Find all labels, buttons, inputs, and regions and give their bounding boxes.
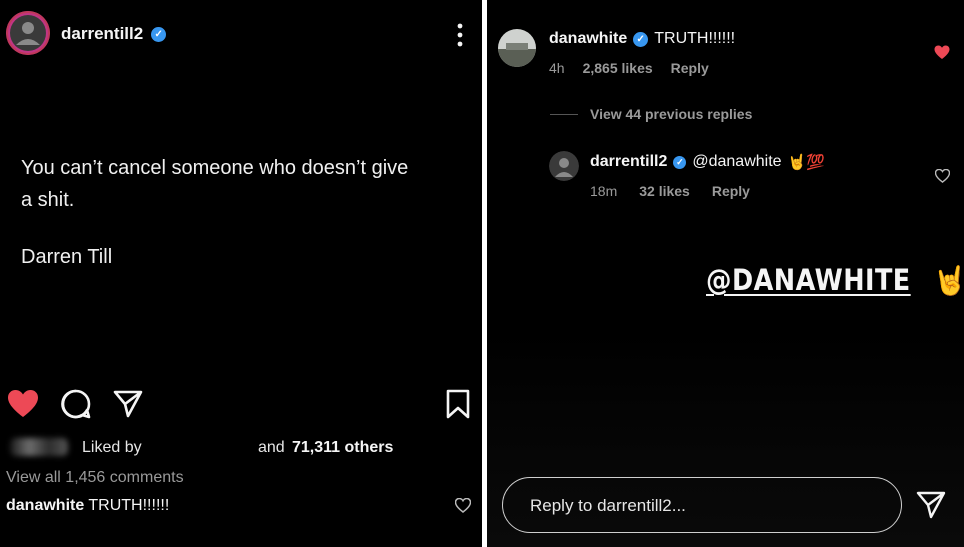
verified-badge-icon: ✓ bbox=[633, 31, 649, 47]
liked-by-and: and bbox=[258, 439, 285, 456]
post-header: darrentill2 ✓ bbox=[61, 24, 167, 44]
comment-text: TRUTH!!!!!! bbox=[654, 30, 736, 47]
view-all-comments-link[interactable]: View all 1,456 comments bbox=[6, 469, 184, 487]
likes-line: Liked by and 71,311 others bbox=[6, 434, 476, 462]
reply-emoji: 🤘💯 bbox=[787, 154, 825, 171]
caption-line: a shit. bbox=[21, 189, 75, 211]
caption-line: You can’t cancel someone who doesn’t giv… bbox=[21, 157, 409, 179]
mention-sticker-text[interactable]: @DANAWHITE bbox=[706, 263, 911, 297]
reply-username[interactable]: darrentill2 bbox=[590, 153, 667, 171]
instagram-post-panel: darrentill2 ✓ You can’t cancel someone w… bbox=[0, 0, 482, 547]
liked-by-others[interactable]: 71,311 others bbox=[292, 439, 393, 457]
reply-reply-button[interactable]: Reply bbox=[712, 183, 750, 199]
reply-input-placeholder: Reply to darrentill2... bbox=[530, 496, 686, 515]
comment-icon[interactable] bbox=[59, 387, 93, 421]
comment-header: danawhite ✓ TRUTH!!!!!! bbox=[549, 30, 735, 48]
reply-like-heart-icon[interactable] bbox=[933, 168, 951, 184]
reply-likes[interactable]: 32 likes bbox=[639, 183, 690, 199]
reply-avatar[interactable] bbox=[549, 151, 579, 181]
comment-likes[interactable]: 2,865 likes bbox=[583, 60, 653, 76]
comment-reply-button[interactable]: Reply bbox=[671, 60, 709, 76]
heart-icon[interactable] bbox=[6, 387, 40, 421]
verified-badge-icon: ✓ bbox=[673, 155, 687, 169]
reply-mention[interactable]: @danawhite bbox=[692, 153, 781, 171]
reply-header: darrentill2 ✓ @danawhite 🤘💯 bbox=[590, 153, 825, 171]
comment-username[interactable]: danawhite bbox=[549, 30, 627, 48]
liker-avatars-redacted bbox=[10, 438, 68, 456]
liker-name-redacted bbox=[154, 438, 250, 456]
rock-hand-emoji: 🤘 bbox=[932, 264, 964, 296]
share-icon[interactable] bbox=[111, 387, 145, 421]
post-username[interactable]: darrentill2 bbox=[61, 24, 143, 44]
bookmark-icon[interactable] bbox=[442, 387, 474, 421]
comment-time: 4h bbox=[549, 60, 565, 76]
comments-thread-panel: danawhite ✓ TRUTH!!!!!! 4h 2,865 likes R… bbox=[487, 0, 964, 547]
comment-like-heart-icon[interactable] bbox=[454, 496, 472, 514]
view-previous-replies-link[interactable]: View 44 previous replies bbox=[590, 106, 752, 122]
comment-liked-heart-icon[interactable] bbox=[933, 44, 951, 60]
top-comment: danawhite TRUTH!!!!!! bbox=[6, 497, 169, 515]
mention-sticker[interactable]: @DANAWHITE 🤘 bbox=[706, 263, 964, 297]
liked-by-prefix: Liked by bbox=[82, 439, 142, 456]
reply-input-field[interactable]: Reply to darrentill2... bbox=[502, 477, 902, 533]
top-comment-text: TRUTH!!!!!! bbox=[88, 497, 170, 514]
post-author-avatar[interactable] bbox=[6, 11, 50, 55]
caption-author: Darren Till bbox=[21, 246, 113, 268]
post-caption: You can’t cancel someone who doesn’t giv… bbox=[21, 152, 408, 216]
verified-badge-icon: ✓ bbox=[151, 26, 167, 42]
more-options-icon[interactable] bbox=[448, 20, 472, 50]
send-icon[interactable] bbox=[913, 487, 949, 523]
reply-meta: 18m 32 likes Reply bbox=[590, 183, 750, 199]
replies-divider bbox=[550, 114, 578, 115]
comment-avatar[interactable] bbox=[498, 29, 536, 67]
reply-time: 18m bbox=[590, 183, 618, 199]
comment-meta: 4h 2,865 likes Reply bbox=[549, 60, 709, 76]
top-comment-username[interactable]: danawhite bbox=[6, 497, 84, 514]
